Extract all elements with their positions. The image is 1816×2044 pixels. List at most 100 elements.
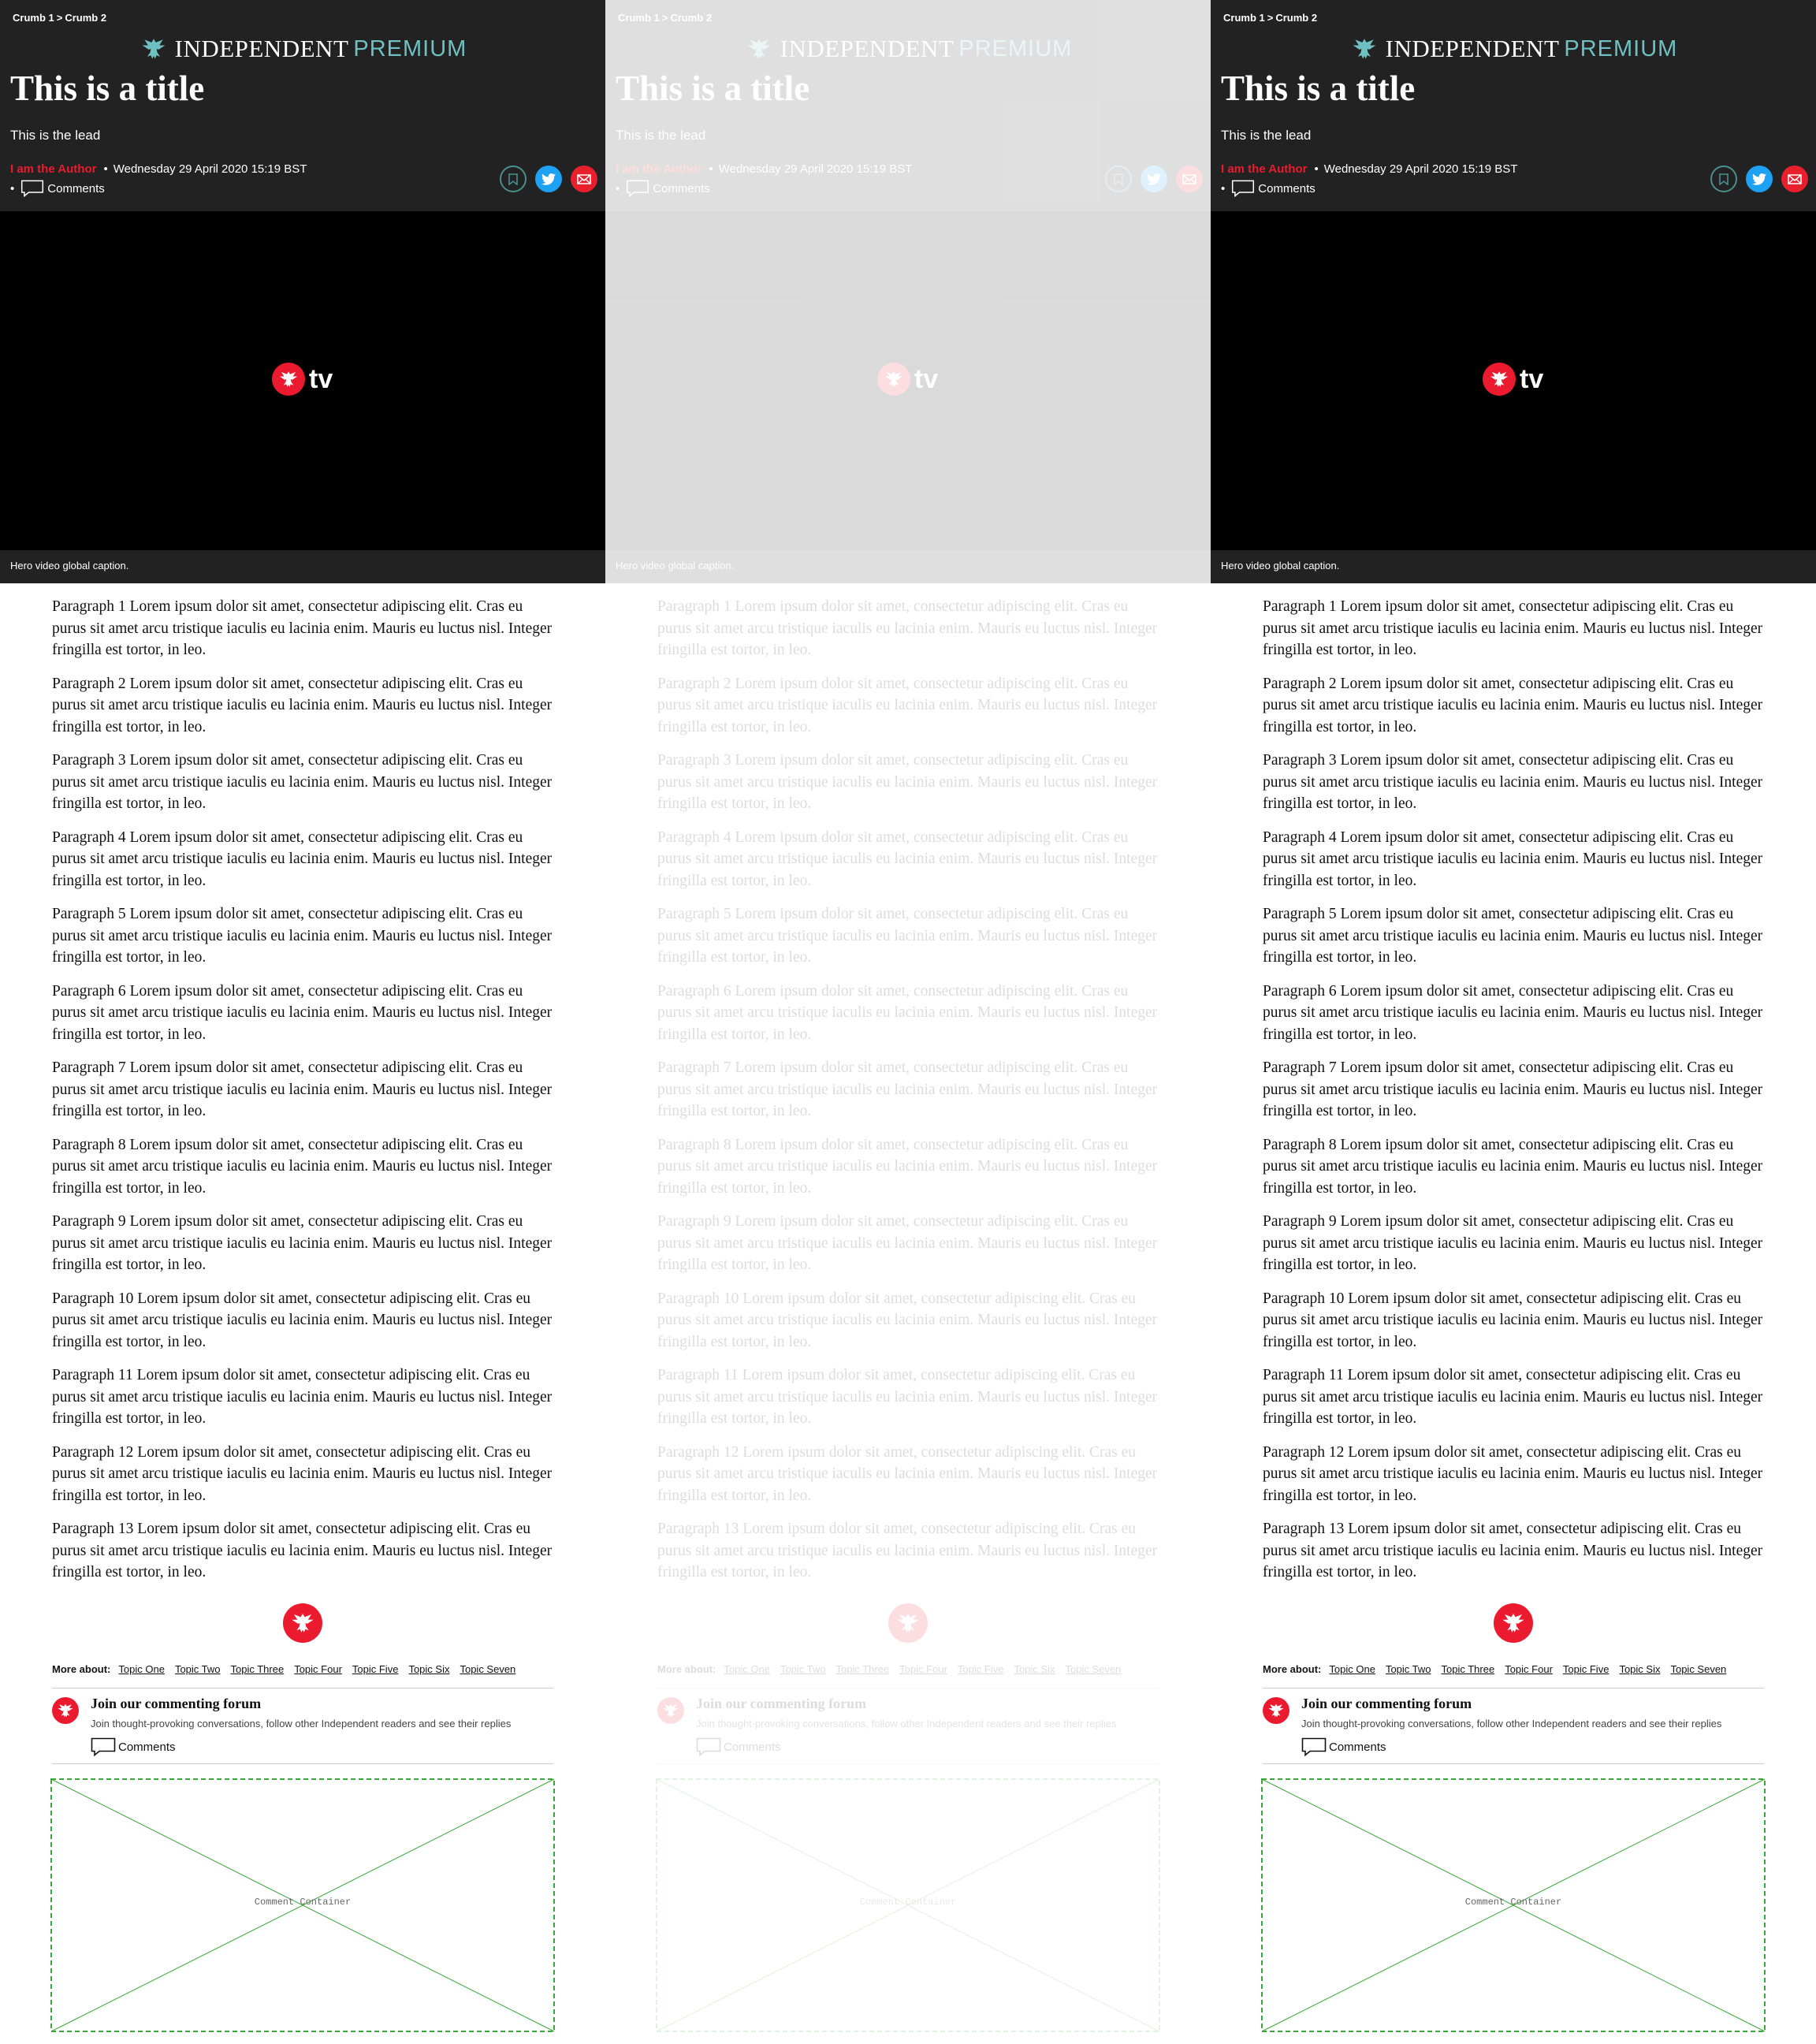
page-title: This is a title [10,69,205,108]
topic-link[interactable]: Topic Six [1014,1663,1055,1675]
bookmark-button[interactable] [1105,166,1132,192]
comment-icon [696,1737,721,1757]
topic-link[interactable]: Topic Four [899,1663,947,1675]
tv-logo: tv [1483,363,1543,396]
brand-name: INDEPENDENT [174,35,349,62]
topic-link[interactable]: Topic One [1329,1663,1375,1675]
bookmark-button[interactable] [500,166,527,192]
topic-link[interactable]: Topic One [724,1663,770,1675]
topic-link[interactable]: Topic Seven [1065,1663,1121,1675]
article-paragraph: Paragraph 1 Lorem ipsum dolor sit amet, … [657,598,1158,658]
tv-label: tv [914,363,939,394]
video-caption: Hero video global caption. [10,560,129,572]
email-share-button[interactable] [1781,166,1808,192]
topic-link[interactable]: Topic Three [836,1663,890,1675]
topic-link[interactable]: Topic Five [1563,1663,1609,1675]
tv-eagle-icon [272,363,305,396]
comment-icon [20,180,44,198]
author-link[interactable]: I am the Author [1221,162,1307,176]
topic-link[interactable]: Topic Two [1386,1663,1431,1675]
eagle-icon [1267,1701,1286,1720]
forum-comments-link[interactable]: Comments [1301,1737,1386,1757]
article-paragraph: Paragraph 12 Lorem ipsum dolor sit amet,… [1263,1443,1763,1504]
article-paragraph: Paragraph 12 Lorem ipsum dolor sit amet,… [52,1443,553,1504]
article-header: Crumb 1 > Crumb 2 INDEPENDENT PREMIUM This… [0,0,605,211]
article-paragraph: Paragraph 7 Lorem ipsum dolor sit amet, … [1263,1059,1763,1119]
breadcrumb-item[interactable]: Crumb 1 [1223,12,1265,24]
topic-link[interactable]: Topic Six [408,1663,449,1675]
article-variant-3: Crumb 1 > Crumb 2 INDEPENDENT PREMIUM This… [1211,0,1816,2044]
email-share-button[interactable] [1176,166,1203,192]
email-icon [1788,173,1802,184]
more-about-label: More about: [52,1663,111,1675]
breadcrumb-item[interactable]: Crumb 2 [670,12,712,24]
email-icon [1182,173,1196,184]
topic-link[interactable]: Topic Two [175,1663,221,1675]
breadcrumb: Crumb 1 > Crumb 2 [618,12,712,24]
eagle-icon [661,1701,680,1720]
tv-logo: tv [877,363,938,396]
twitter-share-button[interactable] [535,166,562,192]
comments-link[interactable]: • Comments [10,180,105,198]
email-share-button[interactable] [571,166,597,192]
bookmark-button[interactable] [1710,166,1737,192]
comments-link[interactable]: • Comments [1221,180,1315,198]
forum-comments-link[interactable]: Comments [91,1737,176,1757]
article-body: Paragraph 1 Lorem ipsum dolor sit amet, … [52,596,556,1595]
topic-link[interactable]: Topic Six [1619,1663,1660,1675]
topic-link[interactable]: Topic Seven [1670,1663,1726,1675]
breadcrumb: Crumb 1 > Crumb 2 [1223,12,1317,24]
breadcrumb-item[interactable]: Crumb 1 [618,12,660,24]
comments-link[interactable]: • Comments [616,180,710,198]
publish-date: Wednesday 29 April 2020 15:19 BST [113,162,307,176]
author-link[interactable]: I am the Author [616,162,701,176]
forum-subtitle: Join thought-provoking conversations, fo… [696,1718,1117,1729]
forum-subtitle: Join thought-provoking conversations, fo… [1301,1718,1722,1729]
masthead-logo[interactable]: INDEPENDENT PREMIUM [605,33,1211,65]
eagle-icon [1349,35,1379,63]
topic-link[interactable]: Topic Four [294,1663,342,1675]
topic-link[interactable]: Topic Four [1505,1663,1553,1675]
tv-eagle-icon [1483,363,1516,396]
masthead-logo[interactable]: INDEPENDENT PREMIUM [1211,33,1816,65]
tv-label: tv [309,363,333,394]
topic-link[interactable]: Topic Three [1442,1663,1495,1675]
page-title: This is a title [1221,69,1416,108]
forum-comments-link[interactable]: Comments [696,1737,781,1757]
article-lead: This is the lead [616,128,706,143]
brand-name: INDEPENDENT [780,35,955,62]
topic-link[interactable]: Topic Five [958,1663,1004,1675]
comment-container-placeholder: Comment Container [656,1778,1160,2032]
tv-eagle-icon [877,363,910,396]
more-about-label: More about: [1263,1663,1322,1675]
topic-link[interactable]: Topic Three [231,1663,285,1675]
byline: I am the Author • Wednesday 29 April 2020 … [1221,162,1517,176]
twitter-share-button[interactable] [1141,166,1167,192]
article-paragraph: Paragraph 2 Lorem ipsum dolor sit amet, … [657,675,1158,735]
article-paragraph: Paragraph 3 Lorem ipsum dolor sit amet, … [1263,752,1763,812]
breadcrumb-item[interactable]: Crumb 1 [13,12,54,24]
eagle-icon [139,35,169,63]
comment-icon [1301,1737,1327,1757]
breadcrumb-item[interactable]: Crumb 2 [1275,12,1317,24]
topic-link[interactable]: Topic Five [352,1663,399,1675]
bookmark-icon [1719,173,1729,185]
topic-link[interactable]: Topic Seven [460,1663,515,1675]
author-link[interactable]: I am the Author [10,162,96,176]
article-paragraph: Paragraph 2 Lorem ipsum dolor sit amet, … [52,675,553,735]
twitter-share-button[interactable] [1746,166,1773,192]
masthead-logo[interactable]: INDEPENDENT PREMIUM [0,33,605,65]
topic-link[interactable]: Topic Two [780,1663,826,1675]
article-paragraph: Paragraph 13 Lorem ipsum dolor sit amet,… [657,1521,1158,1580]
article-paragraph: Paragraph 8 Lorem ipsum dolor sit amet, … [52,1136,553,1197]
page-title: This is a title [616,69,810,108]
article-lead: This is the lead [10,128,101,143]
topic-link[interactable]: Topic One [118,1663,165,1675]
forum-logo [52,1697,79,1724]
article-variant-1: Crumb 1 > Crumb 2 INDEPENDENT PREMIUM This… [0,0,605,2044]
breadcrumb-item[interactable]: Crumb 2 [65,12,106,24]
article-paragraph: Paragraph 3 Lorem ipsum dolor sit amet, … [657,752,1158,812]
article-paragraph: Paragraph 9 Lorem ipsum dolor sit amet, … [52,1213,553,1273]
comments-label: Comments [1329,1740,1386,1754]
more-about-topics: More about: Topic One Topic Two Topic Three… [1263,1663,1736,1675]
